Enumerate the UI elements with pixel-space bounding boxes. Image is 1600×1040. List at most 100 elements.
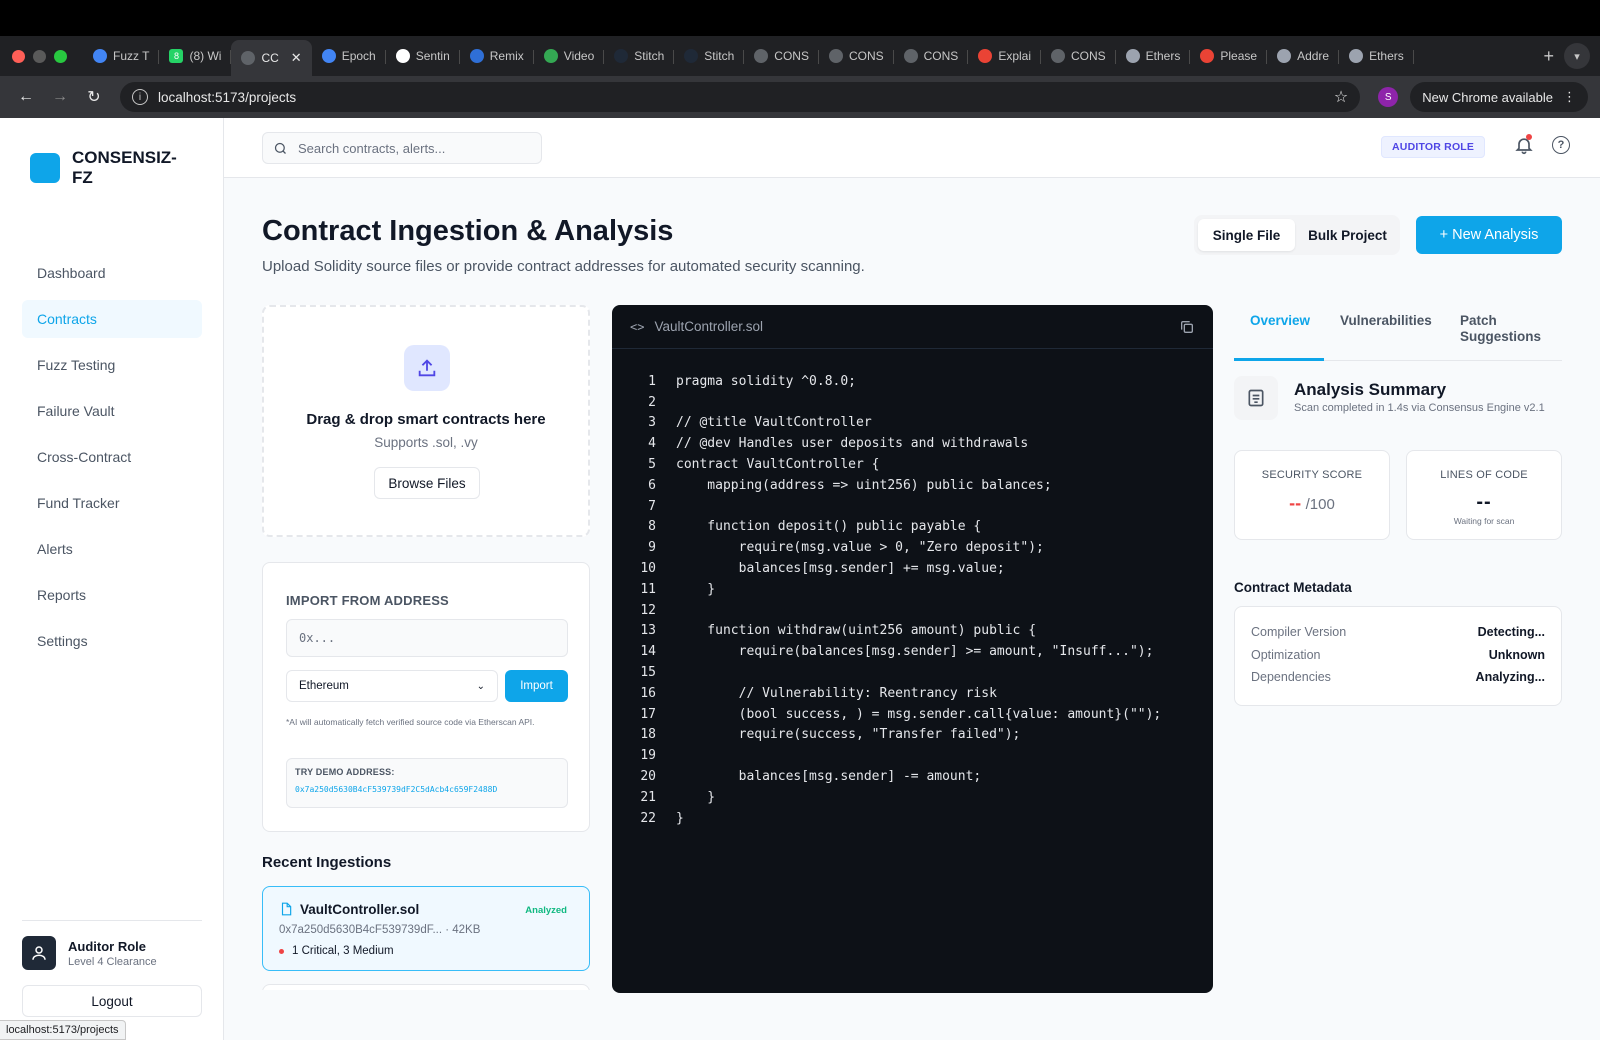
browser-tab-label: Remix (489, 49, 524, 63)
user-avatar-icon (22, 936, 56, 970)
code-line: 1 pragma solidity ^0.8.0; (612, 371, 1213, 392)
tab-search-button[interactable]: ▾ (1564, 43, 1590, 69)
metadata-row: Compiler Version Detecting... (1251, 621, 1545, 644)
security-score-max: /100 (1305, 496, 1335, 513)
search-input[interactable]: Search contracts, alerts... (262, 132, 542, 164)
reload-button[interactable]: ↻ (80, 83, 108, 111)
line-number: 22 (640, 810, 656, 826)
maximize-window-button[interactable] (54, 49, 67, 63)
browser-toolbar: ← → ↻ i localhost:5173/projects ☆ S New … (0, 76, 1600, 118)
video-icon (543, 49, 558, 63)
whatsapp-icon: 8 (169, 49, 184, 63)
bulk-project-option[interactable]: Bulk Project (1299, 219, 1396, 251)
back-button[interactable]: ← (12, 83, 40, 111)
sidebar-item-contracts[interactable]: Contracts (22, 300, 202, 338)
analysis-summary-subtitle: Scan completed in 1.4s via Consensus Eng… (1294, 402, 1545, 414)
sidebar-item-cross-contract[interactable]: Cross-Contract (22, 438, 202, 476)
browser-tab[interactable]: Ethers (1339, 40, 1414, 72)
line-number: 4 (648, 436, 656, 452)
tab-vulnerabilities[interactable]: Vulnerabilities (1340, 313, 1432, 329)
browser-tab[interactable]: Please (1190, 40, 1267, 72)
openai-icon (395, 49, 410, 63)
browser-tab[interactable]: Fuzz T (83, 40, 160, 72)
role-badge: AUDITOR ROLE (1381, 136, 1486, 158)
demo-address-link[interactable]: 0x7a250d5630B4cF539739dF2C5dAcb4c659F248… (295, 785, 559, 794)
sidebar-item-dashboard[interactable]: Dashboard (22, 254, 202, 292)
browser-tab[interactable]: CONS (819, 40, 894, 72)
browser-tab-label: CONS (848, 49, 884, 63)
browser-tab[interactable]: Stitch (674, 40, 745, 72)
code-line: 9 require(msg.value > 0, "Zero deposit")… (612, 537, 1213, 558)
browser-tab[interactable]: Epoch (312, 40, 386, 72)
recent-ingestion-item[interactable]: VaultController.sol Analyzed 0x7a250d563… (262, 886, 590, 971)
recent-file-meta: 0x7a250d5630B4cF539739dF... · 42KB (279, 924, 481, 936)
notification-dot (1526, 134, 1532, 140)
new-chrome-label: New Chrome available (1422, 89, 1553, 105)
brand-logo-icon (30, 153, 60, 183)
status-badge: Analyzed (525, 905, 567, 916)
metadata-key: Optimization (1251, 647, 1321, 662)
logout-button[interactable]: Logout (22, 985, 202, 1017)
minimize-window-button[interactable] (33, 49, 46, 63)
line-number: 3 (648, 415, 656, 431)
browser-tab[interactable]: CONS (1041, 40, 1116, 72)
network-select[interactable]: Ethereum ⌄ (286, 670, 498, 702)
bookmark-star-icon[interactable]: ☆ (1334, 87, 1348, 107)
browse-files-button[interactable]: Browse Files (374, 467, 480, 499)
upload-subtitle: Supports .sol, .vy (374, 435, 478, 450)
browser-tab[interactable]: Explai (968, 40, 1041, 72)
browser-tabs: Fuzz T 8 (8) Wi CC ✕ Epoch Sentin Remix Video Sti… (83, 36, 1533, 76)
user-name: Auditor Role (68, 938, 146, 954)
forward-button[interactable]: → (46, 83, 74, 111)
line-text: function withdraw(uint256 amount) public… (676, 623, 1037, 639)
sidebar-item-fund-tracker[interactable]: Fund Tracker (22, 484, 202, 522)
new-chrome-button[interactable]: New Chrome available ⋮ (1410, 82, 1588, 112)
code-body[interactable]: 1 pragma solidity ^0.8.0; 2 3 // @title Vaul… (612, 349, 1213, 829)
browser-tab[interactable]: CONS (744, 40, 819, 72)
single-file-option[interactable]: Single File (1198, 219, 1295, 251)
etherscan-icon (1125, 49, 1140, 63)
import-from-address-card: IMPORT FROM ADDRESS 0x... Ethereum ⌄ Imp… (262, 562, 590, 832)
browser-tab[interactable]: 8 (8) Wi (159, 40, 232, 72)
sidebar-item-failure-vault[interactable]: Failure Vault (22, 392, 202, 430)
site-info-icon[interactable]: i (132, 89, 148, 105)
etherscan-icon (1349, 49, 1364, 63)
sidebar-item-alerts[interactable]: Alerts (22, 530, 202, 568)
line-number: 6 (648, 477, 656, 493)
code-line: 14 require(balances[msg.sender] >= amoun… (612, 641, 1213, 662)
mode-toggle: Single File Bulk Project (1194, 215, 1400, 255)
profile-avatar[interactable]: S (1378, 87, 1399, 107)
address-input[interactable]: 0x... (286, 619, 568, 657)
close-window-button[interactable] (12, 49, 25, 63)
brand[interactable]: CONSENSIZ-FZ (30, 148, 192, 188)
browser-tab[interactable]: Ethers (1116, 40, 1191, 72)
recent-file-name: VaultController.sol (300, 902, 420, 917)
browser-tab-label: (8) Wi (189, 49, 222, 63)
line-number: 2 (648, 394, 656, 410)
address-bar[interactable]: i localhost:5173/projects ☆ (120, 82, 1361, 112)
browser-tab[interactable]: Video (534, 40, 605, 72)
copy-icon[interactable] (1179, 319, 1195, 335)
sidebar-item-reports[interactable]: Reports (22, 576, 202, 614)
browser-tab-label: Epoch (341, 49, 376, 63)
browser-tab[interactable]: Addre (1267, 40, 1340, 72)
new-analysis-button[interactable]: + New Analysis (1416, 216, 1562, 254)
browser-tab[interactable]: Remix (460, 40, 534, 72)
close-tab-icon[interactable]: ✕ (291, 50, 302, 66)
browser-tab[interactable]: Stitch (604, 40, 675, 72)
upload-dropzone[interactable]: Drag & drop smart contracts here Support… (262, 305, 590, 537)
help-icon[interactable]: ? (1552, 136, 1570, 154)
new-tab-button[interactable]: + (1533, 46, 1564, 67)
browser-tab[interactable]: CC ✕ (231, 40, 312, 76)
line-number: 1 (648, 373, 656, 389)
security-score-value: -- /100 (1235, 493, 1389, 514)
sidebar-item-settings[interactable]: Settings (22, 622, 202, 660)
import-button[interactable]: Import (505, 670, 568, 702)
tab-overview[interactable]: Overview (1250, 313, 1310, 329)
tab-patch-suggestions[interactable]: Patch Suggestions (1460, 313, 1550, 345)
browser-tab[interactable]: Sentin (386, 40, 460, 72)
sidebar-item-fuzz-testing[interactable]: Fuzz Testing (22, 346, 202, 384)
stitch-icon (614, 49, 629, 63)
import-note: *AI will automatically fetch verified so… (286, 717, 535, 727)
browser-tab[interactable]: CONS (894, 40, 969, 72)
